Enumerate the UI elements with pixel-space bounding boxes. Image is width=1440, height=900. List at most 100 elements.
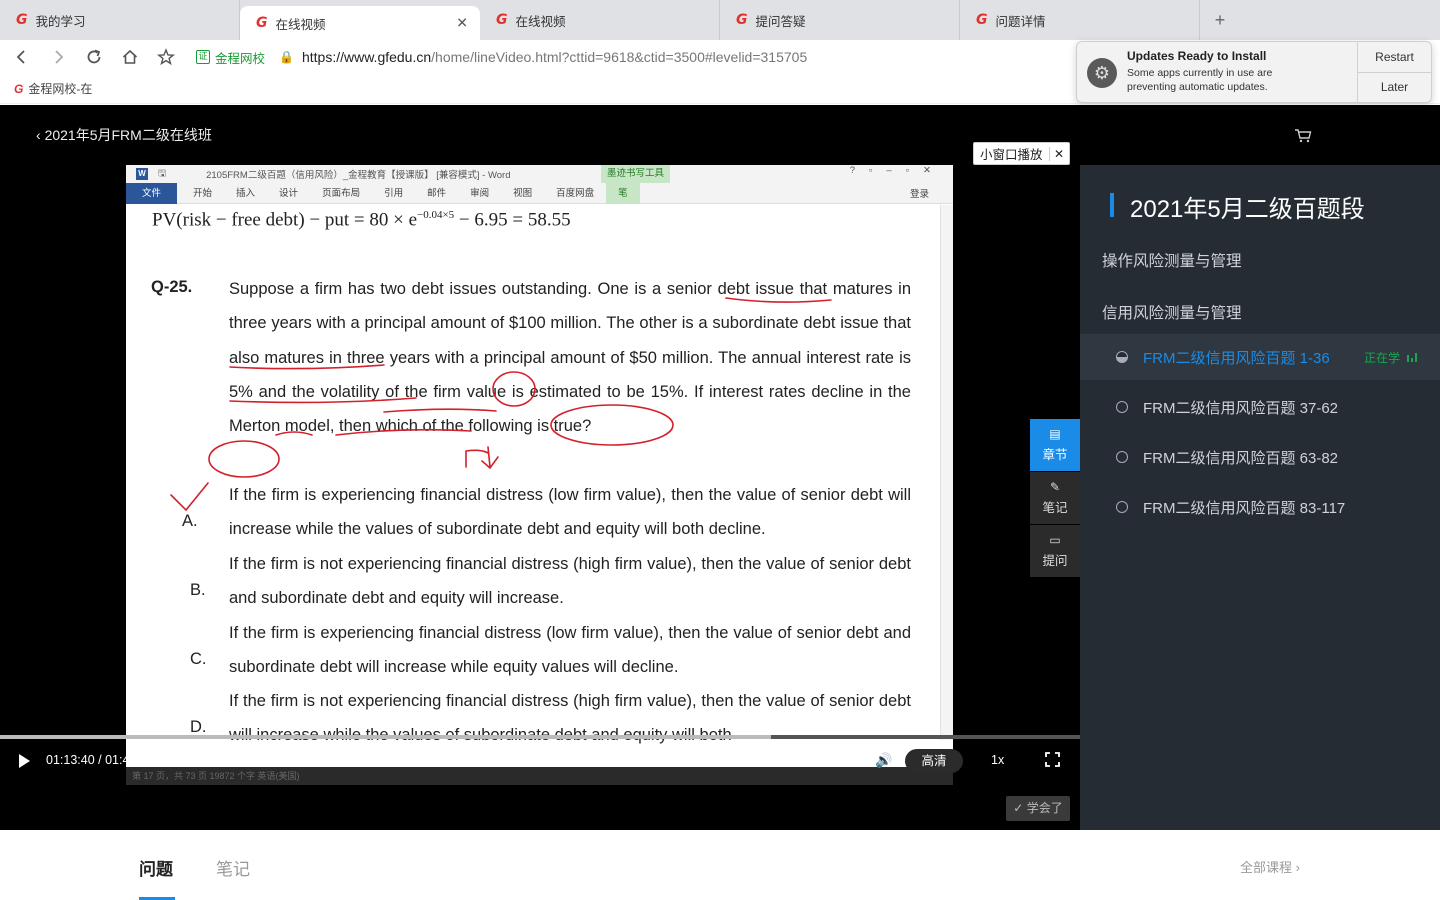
notification-body-2: preventing automatic updates. xyxy=(1127,81,1268,93)
option-text: If the firm is experiencing financial di… xyxy=(229,486,911,539)
ribbon-tab: 插入 xyxy=(236,187,256,199)
option-letter: A. xyxy=(182,512,198,530)
gfedu-favicon-icon: G xyxy=(256,15,268,31)
course-header: ‹ 2021年5月FRM二级在线班 xyxy=(0,105,1440,253)
forward-arrow-icon[interactable] xyxy=(40,40,76,74)
below-player-tabs: 问题 笔记 全部课程 › xyxy=(0,830,1440,900)
lesson-label: FRM二级信用风险百题 37-62 xyxy=(1143,399,1339,417)
back-arrow-icon[interactable] xyxy=(4,40,40,74)
gfedu-favicon-icon: G xyxy=(976,12,988,28)
save-icon: 🖫 xyxy=(158,168,167,179)
draw-tools-tab: 墨迹书写工具 xyxy=(601,165,671,183)
ribbon-tab: 引用 xyxy=(384,187,404,199)
lesson-label: FRM二级信用风险百题 1-36 xyxy=(1143,349,1330,367)
pv-formula: PV(risk − free debt) − put = 80 × e−0.04… xyxy=(152,209,571,231)
all-courses-link[interactable]: 全部课程 › xyxy=(1240,857,1300,876)
ribbon-tab: 页面布局 xyxy=(322,187,361,199)
video-player[interactable]: W 🖫 2105FRM二级百题（信用风险）_金程教育【授课版】 [兼容模式] -… xyxy=(0,142,1080,830)
update-notification: ⚙ Updates Ready to Install Some apps cur… xyxy=(1076,41,1432,103)
learning-status: 正在学 xyxy=(1364,350,1401,365)
quality-button[interactable]: 高清 xyxy=(905,749,963,773)
ribbon-tab: 视图 xyxy=(513,187,533,199)
close-icon[interactable]: ✕ xyxy=(1048,146,1069,161)
lesson-item-active[interactable]: FRM二级信用风险百题 1-36 正在学 xyxy=(1080,334,1440,380)
system-preferences-gear-icon: ⚙ xyxy=(1087,58,1117,88)
home-icon[interactable] xyxy=(112,40,148,74)
playing-bars-icon xyxy=(1407,353,1417,362)
word-window-title: 2105FRM二级百题（信用风险）_金程教育【授课版】 [兼容模式] - Wor… xyxy=(206,170,511,181)
pencil-icon: ✎ xyxy=(1049,480,1061,494)
new-tab-plus-icon[interactable]: + xyxy=(1200,0,1240,40)
lesson-item[interactable]: FRM二级信用风险百题 83-117 xyxy=(1080,484,1440,530)
restart-button[interactable]: Restart xyxy=(1358,42,1431,72)
browser-tab-online-video[interactable]: G 在线视频 xyxy=(480,0,720,40)
volume-icon[interactable]: 🔊 xyxy=(875,752,892,769)
url-path: /home/lineVideo.html?cttid=9618&ctid=350… xyxy=(431,49,808,65)
option-text: If the firm is experiencing financial di… xyxy=(229,624,911,677)
bookmark-star-icon[interactable] xyxy=(148,40,184,74)
tab-label: 我的学习 xyxy=(35,14,86,29)
back-to-course-link[interactable]: ‹ 2021年5月FRM二级在线班 xyxy=(36,125,212,145)
tab-notes[interactable]: 笔记 xyxy=(216,855,250,880)
reload-icon[interactable] xyxy=(76,40,112,74)
later-button[interactable]: Later xyxy=(1358,71,1431,103)
time-display: 01:13:40 / 01:43:12 xyxy=(46,753,154,767)
tab-questions[interactable]: 问题 xyxy=(139,855,173,880)
course-outline-panel: 2021年5月二级百题段 操作风险测量与管理 信用风险测量与管理 FRM二级信用… xyxy=(1080,165,1440,830)
ribbon-tab: 审阅 xyxy=(470,187,490,199)
tab-label: 在线视频 xyxy=(515,14,566,29)
cart-icon[interactable] xyxy=(1293,125,1313,145)
ask-tool-button[interactable]: ▭ 提问 xyxy=(1030,525,1080,577)
play-icon[interactable] xyxy=(19,754,30,768)
option-text: If the firm is not experiencing financia… xyxy=(229,555,911,608)
lesson-item[interactable]: FRM二级信用风险百题 63-82 xyxy=(1080,434,1440,480)
question-text: Suppose a firm has two debt issues outst… xyxy=(229,280,911,436)
tab-close-icon[interactable]: ✕ xyxy=(456,15,468,32)
player-side-tools: ▤ 章节 ✎ 笔记 ▭ 提问 xyxy=(1030,419,1080,578)
certificate-icon: 证 xyxy=(196,50,210,64)
mini-window-button[interactable]: 小窗口播放 ✕ xyxy=(973,142,1070,165)
notes-tool-button[interactable]: ✎ 笔记 xyxy=(1030,472,1080,524)
option-letter: B. xyxy=(190,581,206,599)
browser-tab-qa[interactable]: G 提问答疑 xyxy=(720,0,960,40)
word-login: 登录 xyxy=(909,189,929,200)
bookmark-gfedu[interactable]: 金程网校-在 xyxy=(28,80,92,97)
browser-tab-question-detail[interactable]: G 问题详情 xyxy=(960,0,1200,40)
browser-tab-online-video-active[interactable]: G 在线视频 ✕ xyxy=(240,6,480,40)
browser-tab-bar: G 我的学习 G 在线视频 ✕ G 在线视频 G 提问答疑 G 问题详情 + xyxy=(0,0,1440,40)
option-letter: C. xyxy=(190,650,207,668)
lesson-item[interactable]: FRM二级信用风险百题 37-62 xyxy=(1080,384,1440,430)
document-page: PV(risk − free debt) − put = 80 × e−0.04… xyxy=(126,205,940,785)
chat-icon: ▭ xyxy=(1049,533,1061,547)
gfedu-favicon-icon: G xyxy=(14,81,24,96)
chapters-tool-button[interactable]: ▤ 章节 xyxy=(1030,419,1080,471)
video-frame-word-document: W 🖫 2105FRM二级百题（信用风险）_金程教育【授课版】 [兼容模式] -… xyxy=(126,165,953,785)
circle-icon xyxy=(1116,501,1128,513)
speed-button[interactable]: 1x xyxy=(991,753,1004,767)
site-badge: 证金程网校 xyxy=(196,48,265,67)
address-bar[interactable]: 证金程网校 🔒 https://www.gfedu.cn/home/lineVi… xyxy=(196,48,807,67)
learned-button[interactable]: ✓ 学会了 xyxy=(1006,796,1070,821)
chapter-operational-risk[interactable]: 操作风险测量与管理 xyxy=(1102,249,1242,271)
ribbon-tab: 百度网盘 xyxy=(556,187,595,199)
lock-icon: 🔒 xyxy=(279,50,294,64)
document-scrollbar xyxy=(940,205,953,740)
word-ribbon-tabs: 文件 开始 插入 设计 页面布局 引用 邮件 审阅 视图 百度网盘 笔 登录 xyxy=(126,182,953,204)
ribbon-tab: 邮件 xyxy=(427,187,447,199)
url-domain: https://www.gfedu.cn xyxy=(301,49,432,65)
question-number: Q-25. xyxy=(151,278,193,296)
gfedu-favicon-icon: G xyxy=(736,12,748,28)
notification-body-1: Some apps currently in use are xyxy=(1127,67,1273,79)
progress-fill xyxy=(0,735,772,739)
fullscreen-icon[interactable] xyxy=(1045,752,1060,767)
lesson-label: FRM二级信用风险百题 83-117 xyxy=(1143,499,1346,517)
tab-label: 在线视频 xyxy=(275,17,326,32)
panel-title: 2021年5月二级百题段 xyxy=(1110,189,1365,224)
check-icon: ✓ xyxy=(1013,801,1027,815)
progress-bar[interactable] xyxy=(0,735,1080,739)
player-controls: 01:13:40 / 01:43:12 🔊 高清 1x xyxy=(0,735,1080,787)
browser-tab-my-study[interactable]: G 我的学习 xyxy=(0,0,240,40)
tab-label: 问题详情 xyxy=(995,14,1046,29)
circle-icon xyxy=(1116,401,1128,413)
chapter-credit-risk[interactable]: 信用风险测量与管理 xyxy=(1102,301,1242,323)
